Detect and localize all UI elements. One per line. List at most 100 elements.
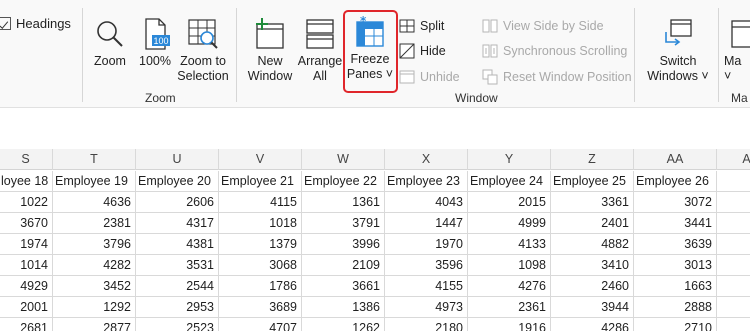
table-cell[interactable]: 1098	[468, 255, 551, 276]
table-cell[interactable]: 3996	[302, 234, 385, 255]
table-cell[interactable]: 1786	[219, 276, 302, 297]
table-cell[interactable]: 2681	[0, 318, 53, 331]
column-header[interactable]: X	[385, 149, 468, 170]
table-cell[interactable]: 3596	[385, 255, 468, 276]
table-cell[interactable]: 4999	[468, 213, 551, 234]
zoom-button[interactable]: Zoom	[88, 18, 132, 69]
table-cell[interactable]: Employee 19	[53, 171, 136, 192]
table-cell[interactable]: 1014	[0, 255, 53, 276]
table-cell[interactable]: 3361	[551, 192, 634, 213]
table-cell[interactable]: loyee 18	[0, 171, 53, 192]
headings-checkbox[interactable]: Headings	[0, 16, 71, 31]
table-cell[interactable]: 2953	[136, 297, 219, 318]
table-cell[interactable]: Employee 22	[302, 171, 385, 192]
table-cell[interactable]: 3689	[219, 297, 302, 318]
table-cell[interactable]: 3068	[219, 255, 302, 276]
table-cell[interactable]: 4636	[53, 192, 136, 213]
table-cell[interactable]: 3531	[136, 255, 219, 276]
table-cell[interactable]	[717, 276, 750, 297]
table-cell[interactable]: 2523	[136, 318, 219, 331]
table-cell[interactable]: 2710	[634, 318, 717, 331]
table-cell[interactable]: 2109	[302, 255, 385, 276]
macros-button[interactable]: Ma ˅	[724, 18, 750, 84]
table-cell[interactable]: 2180	[385, 318, 468, 331]
table-cell[interactable]	[717, 234, 750, 255]
table-cell[interactable]: Employee 20	[136, 171, 219, 192]
table-cell[interactable]: Employee 21	[219, 171, 302, 192]
table-cell[interactable]: 1022	[0, 192, 53, 213]
table-cell[interactable]: 4155	[385, 276, 468, 297]
arrange-all-button[interactable]: Arrange All	[296, 18, 344, 84]
column-header[interactable]: Y	[468, 149, 551, 170]
column-header[interactable]: S	[0, 149, 53, 170]
table-cell[interactable]: 3661	[302, 276, 385, 297]
table-cell[interactable]: 2015	[468, 192, 551, 213]
table-cell[interactable]: 3670	[0, 213, 53, 234]
table-cell[interactable]: 4043	[385, 192, 468, 213]
column-header[interactable]: U	[136, 149, 219, 170]
table-cell[interactable]: 3796	[53, 234, 136, 255]
table-cell[interactable]: Employee 25	[551, 171, 634, 192]
table-cell[interactable]	[717, 297, 750, 318]
reset-window-position-button[interactable]: Reset Window Position	[482, 67, 632, 87]
table-cell[interactable]: 2877	[53, 318, 136, 331]
table-cell[interactable]: 2888	[634, 297, 717, 318]
table-cell[interactable]: 1361	[302, 192, 385, 213]
table-cell[interactable]: 3013	[634, 255, 717, 276]
table-cell[interactable]	[717, 171, 750, 192]
table-cell[interactable]: 4317	[136, 213, 219, 234]
table-cell[interactable]: 4115	[219, 192, 302, 213]
table-cell[interactable]: Employee 23	[385, 171, 468, 192]
table-cell[interactable]: 2606	[136, 192, 219, 213]
column-header[interactable]: T	[53, 149, 136, 170]
column-header[interactable]: Z	[551, 149, 634, 170]
table-cell[interactable]: 3410	[551, 255, 634, 276]
table-cell[interactable]: 4282	[53, 255, 136, 276]
switch-windows-button[interactable]: Switch Windows ˅	[644, 18, 712, 84]
table-cell[interactable]: 1663	[634, 276, 717, 297]
table-cell[interactable]: 3639	[634, 234, 717, 255]
table-cell[interactable]: 4286	[551, 318, 634, 331]
table-cell[interactable]: 1447	[385, 213, 468, 234]
table-cell[interactable]: 1970	[385, 234, 468, 255]
table-cell[interactable]: 2361	[468, 297, 551, 318]
table-cell[interactable]: 4381	[136, 234, 219, 255]
new-window-button[interactable]: New Window	[244, 18, 296, 84]
column-header[interactable]: V	[219, 149, 302, 170]
table-cell[interactable]: Employee 24	[468, 171, 551, 192]
table-cell[interactable]: 1386	[302, 297, 385, 318]
table-cell[interactable]: 3452	[53, 276, 136, 297]
table-cell[interactable]: 2401	[551, 213, 634, 234]
zoom-100-button[interactable]: 100 100%	[136, 18, 174, 69]
table-cell[interactable]: 4882	[551, 234, 634, 255]
column-header[interactable]: W	[302, 149, 385, 170]
table-cell[interactable]	[717, 213, 750, 234]
column-header[interactable]: A	[717, 149, 750, 170]
table-cell[interactable]: 3944	[551, 297, 634, 318]
split-button[interactable]: Split	[399, 16, 444, 36]
table-cell[interactable]: 1974	[0, 234, 53, 255]
table-cell[interactable]: 1262	[302, 318, 385, 331]
table-cell[interactable]: 3072	[634, 192, 717, 213]
unhide-button[interactable]: Unhide	[399, 67, 460, 87]
table-cell[interactable]: 1916	[468, 318, 551, 331]
table-cell[interactable]: 2460	[551, 276, 634, 297]
hide-button[interactable]: Hide	[399, 41, 446, 61]
table-cell[interactable]: 1379	[219, 234, 302, 255]
table-cell[interactable]: 4276	[468, 276, 551, 297]
table-cell[interactable]: 4707	[219, 318, 302, 331]
zoom-to-selection-button[interactable]: Zoom to Selection	[176, 18, 230, 84]
table-cell[interactable]: 4929	[0, 276, 53, 297]
table-cell[interactable]	[717, 318, 750, 331]
column-header[interactable]: AA	[634, 149, 717, 170]
table-cell[interactable]: 4973	[385, 297, 468, 318]
table-cell[interactable]: 3791	[302, 213, 385, 234]
table-cell[interactable]: 3441	[634, 213, 717, 234]
table-cell[interactable]: 2544	[136, 276, 219, 297]
table-cell[interactable]: 1292	[53, 297, 136, 318]
table-cell[interactable]: 2001	[0, 297, 53, 318]
view-side-by-side-button[interactable]: View Side by Side	[482, 16, 604, 36]
table-cell[interactable]	[717, 192, 750, 213]
table-cell[interactable]: Employee 26	[634, 171, 717, 192]
synchronous-scrolling-button[interactable]: Synchronous Scrolling	[482, 41, 627, 61]
